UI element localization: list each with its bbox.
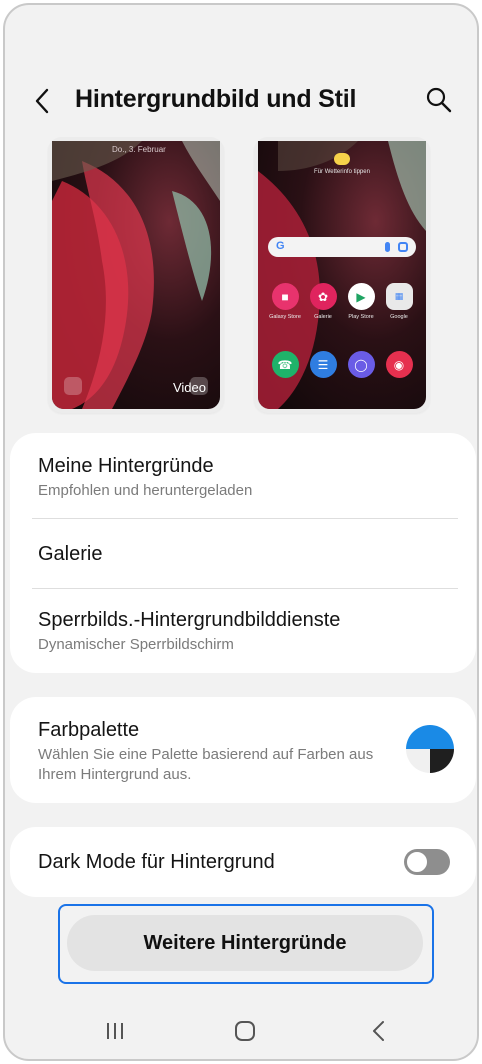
back-button[interactable]: [27, 85, 59, 117]
app-internet: ◯: [342, 351, 380, 378]
list-item-gallery[interactable]: Galerie: [10, 519, 476, 587]
navigation-bar: [5, 1003, 477, 1059]
weather-icon: [334, 153, 350, 165]
lock-screen-wallpaper: Do., 3. Februar Video: [52, 141, 220, 409]
dark-mode-label: Dark Mode für Hintergrund: [38, 851, 275, 873]
dark-mode-toggle[interactable]: [404, 849, 450, 875]
palette-subtitle: Wählen Sie eine Palette basierend auf Fa…: [38, 746, 374, 783]
wallpaper-previews: Do., 3. Februar Video Für Wetterinfo tip…: [5, 137, 477, 417]
dock-row: ☎ ☰ ◯ ◉: [266, 351, 418, 378]
recents-icon: [107, 1023, 123, 1039]
color-palette-card[interactable]: Farbpalette Wählen Sie eine Palette basi…: [10, 697, 476, 803]
app-label: Galaxy Store: [269, 314, 301, 320]
video-label: Video: [172, 380, 206, 395]
dark-mode-card: Dark Mode für Hintergrund: [10, 827, 476, 897]
gallery-icon: ✿: [309, 283, 337, 310]
app-row: ■ Galaxy Store ✿ Galerie ▶ Play Store ▦ …: [266, 283, 418, 320]
lock-phone-icon: [64, 377, 82, 395]
app-gallery: ✿ Galerie: [304, 283, 342, 320]
home-screen-wallpaper: Für Wetterinfo tippen G ■ Galaxy Store ✿…: [258, 141, 426, 409]
app-bar: Hintergrundbild und Stil: [5, 71, 477, 131]
row-title: Meine Hintergründe: [38, 455, 214, 477]
row-title: Sperrbilds.-Hintergrundbilddienste: [38, 609, 341, 631]
home-button[interactable]: [231, 1017, 259, 1045]
lens-icon: [398, 242, 408, 252]
app-play-store: ▶ Play Store: [342, 283, 380, 320]
lock-screen-preview[interactable]: Do., 3. Februar Video: [48, 137, 224, 413]
home-screen-preview[interactable]: Für Wetterinfo tippen G ■ Galaxy Store ✿…: [254, 137, 430, 413]
recents-button[interactable]: [101, 1017, 129, 1045]
play-store-icon: ▶: [347, 283, 375, 310]
app-label: Play Store: [348, 314, 374, 320]
messages-icon: ☰: [309, 351, 337, 378]
phone-frame: Hintergrundbild und Stil Do., 3. Februar: [3, 3, 479, 1061]
google-logo-icon: G: [276, 240, 285, 252]
row-title: Galerie: [38, 543, 103, 565]
nav-back-button[interactable]: [365, 1017, 393, 1045]
palette-title: Farbpalette: [38, 719, 140, 741]
page-title: Hintergrundbild und Stil: [75, 85, 357, 113]
toggle-knob: [406, 851, 428, 873]
google-search-bar: G: [268, 237, 416, 257]
list-item-lock-wallpaper-services[interactable]: Sperrbilds.-Hintergrundbilddienste Dynam…: [10, 589, 476, 673]
palette-swatch-icon: [406, 725, 454, 773]
wallpaper-image: [52, 141, 220, 409]
row-subtitle: Empfohlen und heruntergeladen: [38, 482, 253, 499]
app-phone: ☎: [266, 351, 304, 378]
mic-icon: [385, 242, 390, 252]
search-button[interactable]: [423, 84, 455, 116]
app-label: Galerie: [314, 314, 332, 320]
app-camera: ◉: [380, 351, 418, 378]
galaxy-store-icon: ■: [271, 283, 299, 310]
palette-color-top: [406, 725, 454, 749]
app-galaxy-store: ■ Galaxy Store: [266, 283, 304, 320]
lock-date: Do., 3. Februar: [112, 145, 166, 154]
back-icon: [373, 1021, 384, 1041]
app-label: Google: [390, 314, 408, 320]
more-wallpapers-button[interactable]: Weitere Hintergründe: [67, 915, 423, 971]
phone-icon: ☎: [271, 351, 299, 378]
list-item-my-wallpapers[interactable]: Meine Hintergründe Empfohlen und herunte…: [10, 433, 476, 517]
home-icon: [235, 1021, 255, 1041]
row-subtitle: Dynamischer Sperrbildschirm: [38, 636, 234, 653]
camera-icon: ◉: [385, 351, 413, 378]
weather-text: Für Wetterinfo tippen: [314, 169, 370, 175]
internet-icon: ◯: [347, 351, 375, 378]
chevron-left-icon: [35, 88, 49, 114]
google-folder-icon: ▦: [385, 283, 413, 310]
wallpaper-options-card: Meine Hintergründe Empfohlen und herunte…: [10, 433, 476, 673]
app-messages: ☰: [304, 351, 342, 378]
app-google: ▦ Google: [380, 283, 418, 320]
search-icon: [426, 87, 452, 113]
palette-color-right: [430, 749, 454, 773]
palette-color-left: [406, 749, 430, 773]
